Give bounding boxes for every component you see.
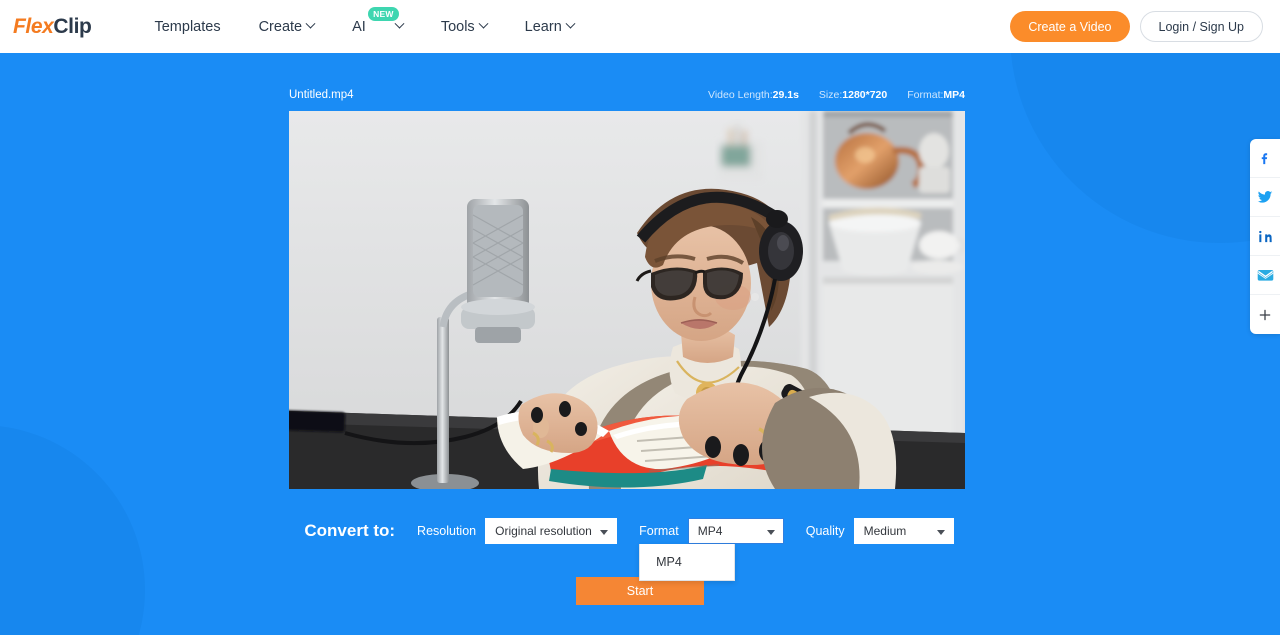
format-select[interactable]: MP4 [687, 518, 784, 544]
share-facebook-button[interactable] [1250, 139, 1280, 178]
meta-video-length: Video Length:29.1s [708, 89, 799, 101]
video-preview[interactable] [289, 111, 965, 489]
decorative-circle-top-right [1010, 53, 1280, 243]
chevron-down-icon [766, 530, 775, 535]
chevron-down-icon [936, 530, 945, 535]
start-button[interactable]: Start [576, 577, 704, 605]
chevron-down-icon [305, 18, 316, 29]
meta-size: Size:1280*720 [819, 89, 887, 101]
share-linkedin-button[interactable] [1250, 217, 1280, 256]
nav-label-templates: Templates [154, 18, 221, 35]
chevron-down-icon [565, 18, 576, 29]
meta-value-size: 1280*720 [842, 89, 888, 101]
meta-label-size: Size: [818, 89, 843, 101]
main-navigation: Templates Create AI NEW Tools Learn [154, 6, 611, 35]
nav-label-create: Create [258, 18, 303, 35]
quality-label: Quality [805, 524, 845, 538]
social-share-sidebar [1250, 139, 1280, 334]
quality-value: Medium [863, 524, 907, 538]
resolution-label: Resolution [417, 524, 477, 538]
quality-select[interactable]: Medium [853, 518, 954, 544]
share-more-button[interactable] [1250, 295, 1280, 334]
format-option-mp4[interactable]: MP4 [640, 544, 734, 580]
nav-item-learn[interactable]: Learn [524, 18, 576, 35]
main-stage: Untitled.mp4 Video Length:29.1s Size:128… [0, 53, 1280, 635]
file-name: Untitled.mp4 [289, 89, 354, 101]
convert-controls: Convert to: Resolution Original resoluti… [0, 518, 1280, 581]
meta-value-length: 29.1s [772, 89, 799, 101]
new-badge: NEW [368, 6, 399, 21]
share-email-button[interactable] [1250, 256, 1280, 295]
email-envelope-icon [1257, 270, 1273, 281]
nav-label-ai: AI [352, 18, 366, 35]
linkedin-icon [1258, 230, 1272, 242]
meta-label-format: Format: [907, 89, 944, 101]
facebook-icon [1261, 152, 1267, 164]
resolution-select[interactable]: Original resolution [485, 518, 618, 544]
create-video-button[interactable]: Create a Video [1010, 11, 1130, 42]
quality-control: Quality Medium [806, 518, 954, 544]
format-dropdown-menu: MP4 [639, 544, 736, 581]
login-signup-button[interactable]: Login / Sign Up [1139, 11, 1263, 42]
nav-item-templates[interactable]: Templates [154, 19, 220, 35]
nav-item-create[interactable]: Create [258, 18, 316, 35]
nav-item-ai[interactable]: AI NEW [352, 6, 405, 35]
resolution-control: Resolution Original resolution [417, 518, 618, 544]
site-header: Flex Clip Templates Create AI NEW Tools … [0, 0, 1280, 53]
format-label: Format [639, 524, 679, 538]
plus-icon [1259, 309, 1271, 320]
nav-label-learn: Learn [524, 18, 562, 35]
nav-label-tools: Tools [440, 18, 475, 35]
format-value: MP4 [697, 524, 723, 538]
meta-format: Format:MP4 [907, 89, 965, 101]
flexclip-logo[interactable]: Flex Clip [13, 14, 92, 39]
video-thumbnail-image [289, 111, 965, 489]
logo-rest-text: Clip [53, 14, 92, 38]
share-twitter-button[interactable] [1250, 178, 1280, 217]
twitter-icon [1257, 191, 1273, 203]
resolution-value: Original resolution [495, 524, 592, 538]
file-info-bar: Untitled.mp4 Video Length:29.1s Size:128… [289, 89, 965, 101]
header-actions: Create a Video Login / Sign Up [1010, 11, 1263, 42]
chevron-down-icon [394, 18, 405, 29]
format-control: Format MP4 MP4 [639, 518, 784, 581]
logo-accent-text: Flex [13, 14, 54, 38]
file-meta-group: Video Length:29.1s Size:1280*720 Format:… [708, 89, 965, 101]
nav-item-tools[interactable]: Tools [440, 18, 489, 35]
meta-value-format: MP4 [943, 89, 965, 101]
meta-label-length: Video Length: [708, 89, 773, 101]
chevron-down-icon [600, 530, 609, 535]
chevron-down-icon [478, 18, 489, 29]
start-button-row: Start [0, 577, 1280, 605]
convert-to-label: Convert to: [304, 521, 396, 540]
